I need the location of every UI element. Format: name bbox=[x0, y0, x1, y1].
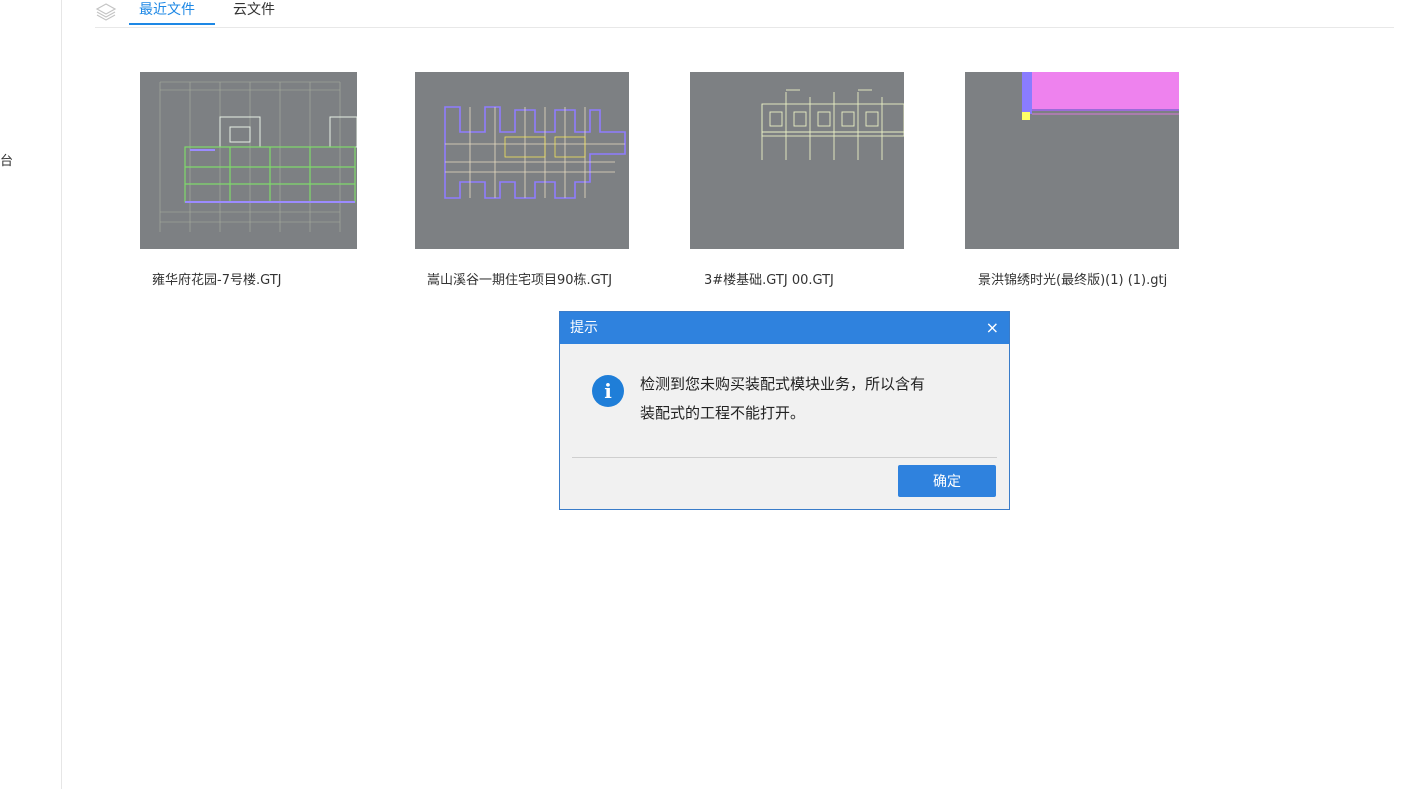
ok-button[interactable]: 确定 bbox=[898, 465, 996, 497]
dialog-title: 提示 bbox=[570, 320, 598, 336]
info-glyph: i bbox=[604, 379, 612, 403]
dialog-message-line-2: 装配式的工程不能打开。 bbox=[640, 404, 806, 422]
file-name[interactable]: 雍华府花园-7号楼.GTJ bbox=[152, 269, 281, 288]
file-thumbnail[interactable] bbox=[415, 72, 629, 249]
file-name[interactable]: 3#楼基础.GTJ 00.GTJ bbox=[704, 269, 834, 288]
layers-icon bbox=[95, 3, 117, 21]
dialog-divider bbox=[572, 457, 997, 458]
dialog-titlebar: 提示 × bbox=[560, 312, 1009, 344]
close-icon[interactable]: × bbox=[986, 312, 999, 344]
sidebar-divider bbox=[61, 0, 62, 789]
dialog-message-line-1: 检测到您未购买装配式模块业务，所以含有 bbox=[640, 375, 926, 393]
file-thumbnail[interactable] bbox=[140, 72, 357, 249]
sidebar-item-label[interactable]: 台 bbox=[0, 150, 13, 169]
tab-recent-files[interactable]: 最近文件 bbox=[129, 0, 215, 25]
dialog-message: 检测到您未购买装配式模块业务，所以含有 装配式的工程不能打开。 bbox=[640, 370, 990, 428]
tab-cloud-files[interactable]: 云文件 bbox=[233, 0, 275, 26]
file-tabs: 最近文件 云文件 bbox=[95, 0, 1394, 28]
model-preview bbox=[1022, 72, 1179, 120]
info-icon: i bbox=[592, 375, 624, 407]
file-thumbnail[interactable] bbox=[965, 72, 1179, 249]
cad-drawing-preview bbox=[159, 81, 357, 232]
prompt-dialog: 提示 × i 检测到您未购买装配式模块业务，所以含有 装配式的工程不能打开。 确… bbox=[559, 311, 1010, 510]
cad-drawing-preview bbox=[444, 106, 626, 199]
cad-drawing-preview bbox=[761, 89, 904, 160]
file-name[interactable]: 嵩山溪谷一期住宅项目90栋.GTJ bbox=[427, 269, 612, 288]
file-thumbnail[interactable] bbox=[690, 72, 904, 249]
file-name[interactable]: 景洪锦绣时光(最终版)(1) (1).gtj bbox=[978, 269, 1167, 288]
